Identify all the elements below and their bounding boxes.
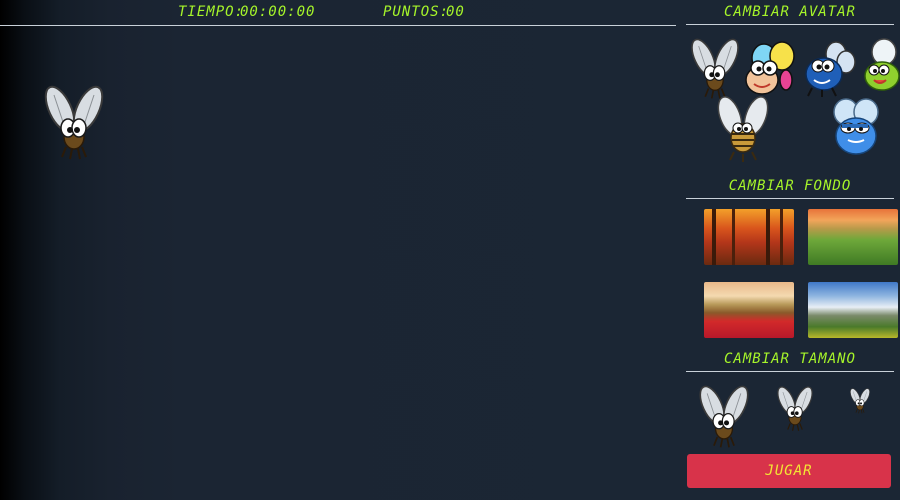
avatar-cartoon-yellow-fly-icon[interactable] bbox=[742, 40, 798, 100]
change-background-title: CAMBIAR FONDO bbox=[686, 178, 894, 199]
avatar-blue-fly-icon[interactable] bbox=[802, 40, 856, 98]
avatar-bee-fly-icon[interactable] bbox=[714, 96, 772, 162]
size-medium-fly-icon[interactable] bbox=[772, 386, 818, 432]
background-snowy-mountains-thumbnail[interactable] bbox=[808, 282, 898, 338]
avatar-green-fly-icon[interactable] bbox=[860, 38, 900, 98]
change-avatar-title: CAMBIAR AVATAR bbox=[686, 4, 894, 25]
size-large-fly-icon[interactable] bbox=[696, 385, 752, 449]
background-flower-meadow-thumbnail[interactable] bbox=[704, 282, 794, 338]
size-small-fly-icon[interactable] bbox=[847, 388, 873, 414]
time-label: TIEMPO: bbox=[178, 4, 245, 20]
points-label: PUNTOS: bbox=[383, 4, 450, 20]
play-button[interactable]: JUGAR bbox=[687, 454, 891, 488]
background-autumn-forest-thumbnail[interactable] bbox=[704, 209, 794, 265]
top-status-bar: TIEMPO: 00:00:00 PUNTOS: 00 bbox=[0, 0, 676, 26]
points-value: 00 bbox=[446, 4, 465, 20]
avatar-blue-bug-icon[interactable] bbox=[826, 96, 886, 160]
avatar-gray-fly-icon[interactable] bbox=[686, 38, 744, 100]
settings-sidebar: CAMBIAR AVATAR CAMBIAR FONDO CAMBIAR TAM… bbox=[684, 0, 900, 500]
time-value: 00:00:00 bbox=[240, 4, 316, 20]
change-size-title: CAMBIAR TAMANO bbox=[686, 351, 894, 372]
player-fly-icon[interactable] bbox=[42, 85, 106, 161]
background-green-hills-thumbnail[interactable] bbox=[808, 209, 898, 265]
